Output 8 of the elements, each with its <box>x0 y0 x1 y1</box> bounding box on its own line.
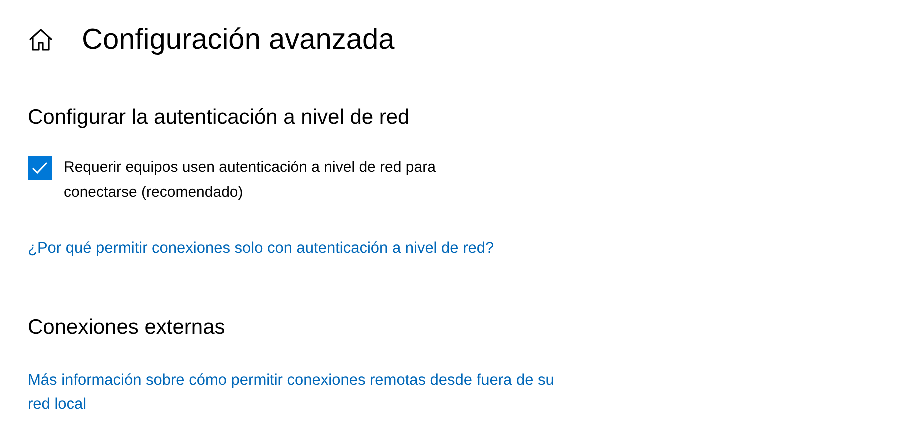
help-link[interactable]: ¿Por qué permitir conexiones solo con autenticación a nivel de red? <box>28 237 494 261</box>
page-title: Configuración avanzada <box>82 23 395 58</box>
help-link[interactable]: Más información sobre cómo permitir conexiones remotas desde fuera de su red local <box>28 369 558 417</box>
section-heading: Conexiones externas <box>28 315 226 341</box>
checkbox[interactable] <box>28 156 52 180</box>
home-icon[interactable] <box>28 27 54 53</box>
section-heading: Configurar la autenticación a nivel de red <box>28 105 411 131</box>
checkbox-label: Requerir equipos usen autenticación a nivel de red para conectarse (recomendado) <box>64 158 437 203</box>
